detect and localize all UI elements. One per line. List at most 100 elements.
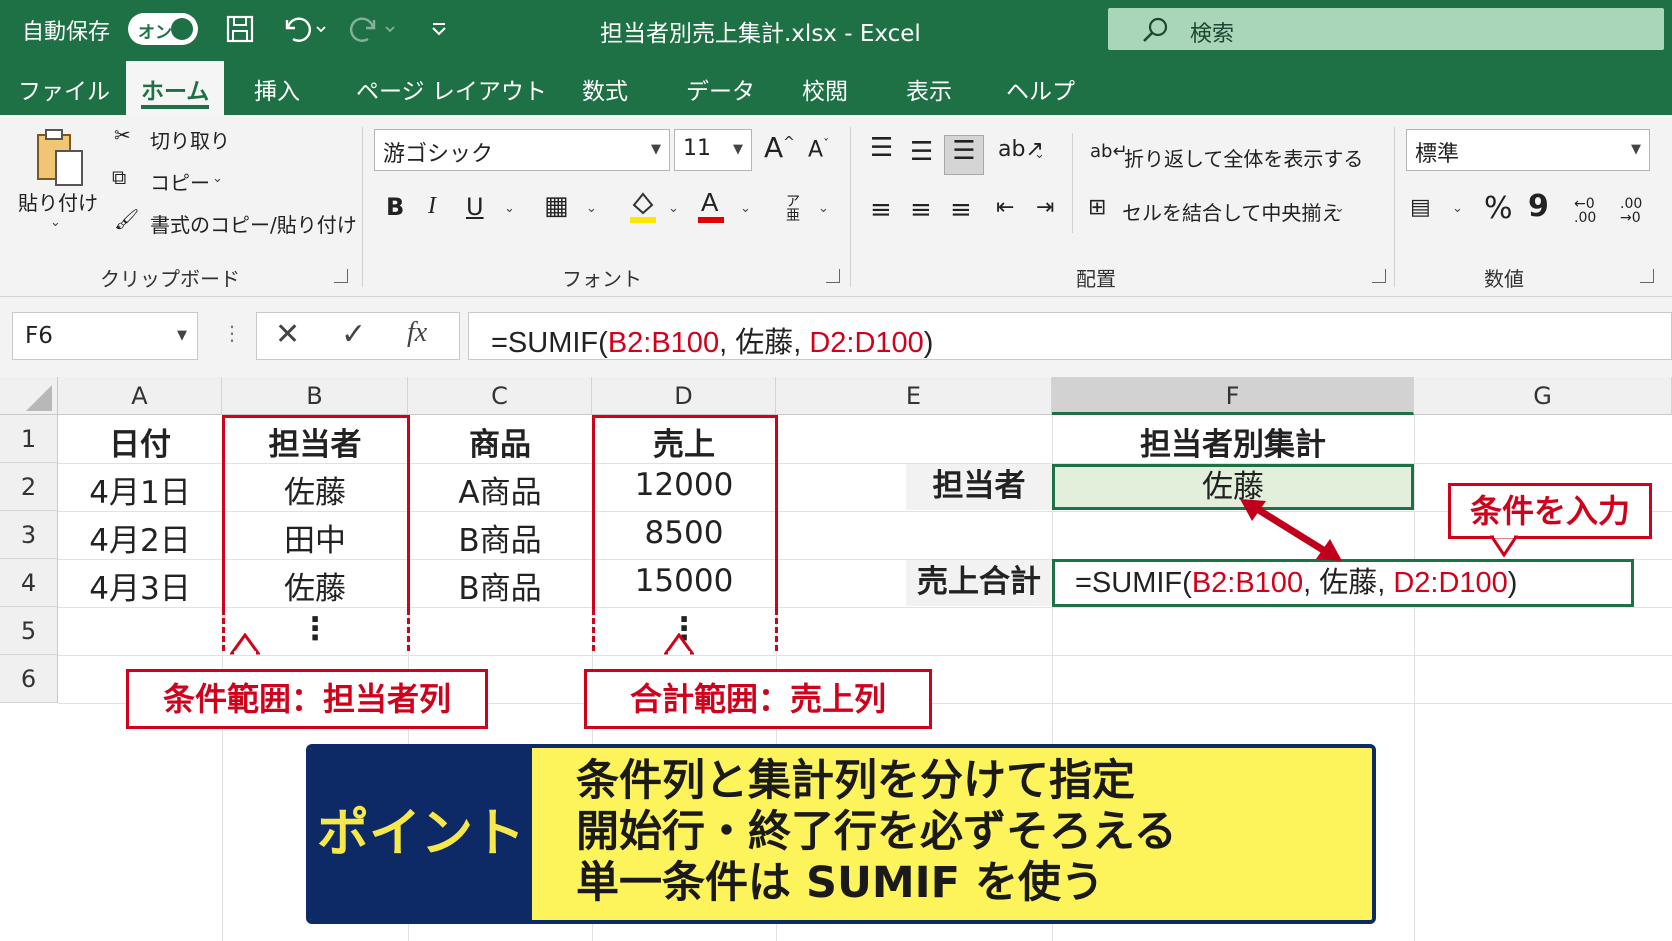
save-icon[interactable] (222, 12, 258, 46)
align-left-icon[interactable]: ≡ (870, 195, 892, 225)
column-header-e[interactable]: E (776, 377, 1052, 415)
number-launcher-icon[interactable] (1640, 269, 1654, 283)
copy-dropdown-icon[interactable]: ⌄ (212, 171, 223, 186)
more-icon[interactable]: ⋮ (222, 321, 242, 345)
header-date[interactable]: 日付 (58, 419, 222, 464)
decrease-decimal-icon[interactable]: .00 →0 (1620, 197, 1642, 225)
row-header-3[interactable]: 3 (0, 511, 58, 559)
enter-icon[interactable]: ✓ (341, 317, 366, 352)
column-header-d[interactable]: D (592, 377, 776, 415)
select-all-button[interactable] (0, 377, 58, 415)
customize-toolbar-icon[interactable] (424, 12, 454, 46)
paste-button[interactable]: 貼り付け (18, 187, 98, 216)
column-header-g[interactable]: G (1414, 377, 1672, 415)
fill-dropdown-icon[interactable]: ⌄ (668, 201, 679, 216)
phonetic-dropdown-icon[interactable]: ⌄ (818, 201, 829, 216)
undo-icon[interactable] (278, 12, 328, 46)
column-header-f[interactable]: F (1052, 377, 1414, 415)
increase-indent-icon[interactable]: ⇥ (1036, 195, 1054, 220)
alignment-launcher-icon[interactable] (1372, 269, 1386, 283)
row-header-6[interactable]: 6 (0, 655, 58, 703)
row-header-2[interactable]: 2 (0, 463, 58, 511)
tab-help[interactable]: ヘルプ (1006, 72, 1075, 106)
underline-button[interactable]: U (466, 193, 484, 221)
column-header-b[interactable]: B (222, 377, 408, 415)
summary-title[interactable]: 担当者別集計 (1052, 419, 1414, 464)
search-box[interactable]: 検索 (1108, 8, 1664, 50)
bold-button[interactable]: B (386, 193, 404, 221)
total-formula-cell[interactable]: =SUMIF(B2:B100, 佐藤, D2:D100) (1052, 559, 1634, 607)
cell-date[interactable]: 4月1日 (58, 467, 222, 512)
insert-function-button[interactable]: fx (407, 317, 427, 349)
row-header-5[interactable]: 5 (0, 607, 58, 655)
merge-center-icon[interactable]: ⊞ (1088, 195, 1106, 220)
font-launcher-icon[interactable] (826, 269, 840, 283)
tab-insert[interactable]: 挿入 (254, 72, 300, 106)
row-header-4[interactable]: 4 (0, 559, 58, 607)
align-bottom-icon[interactable]: ☰ (944, 135, 984, 175)
format-painter-button[interactable]: 書式のコピー/貼り付け (150, 209, 357, 238)
tab-view[interactable]: 表示 (906, 72, 952, 106)
align-top-icon[interactable]: ☰ (870, 133, 893, 163)
number-format-select[interactable]: 標準 ▼ (1406, 129, 1650, 171)
border-icon[interactable]: ▦ (544, 191, 569, 221)
search-icon (1143, 17, 1168, 42)
font-color-dropdown-icon[interactable]: ⌄ (740, 201, 751, 216)
tab-formulas[interactable]: 数式 (582, 72, 628, 106)
row-header-1[interactable]: 1 (0, 415, 58, 463)
cell-product[interactable]: B商品 (408, 563, 592, 608)
copy-button[interactable]: コピー (150, 167, 210, 196)
cell-date[interactable]: 4月2日 (58, 515, 222, 560)
merge-dropdown-icon[interactable]: ⌄ (1334, 201, 1345, 216)
align-right-icon[interactable]: ≡ (950, 195, 972, 225)
font-color-icon[interactable]: A (696, 187, 726, 230)
name-box[interactable]: F6 ▼ (12, 312, 198, 360)
wrap-text-button[interactable]: 折り返して全体を表示する (1124, 143, 1363, 172)
column-header-c[interactable]: C (408, 377, 592, 415)
align-center-icon[interactable]: ≡ (910, 195, 932, 225)
increase-font-icon[interactable]: A^ (764, 131, 795, 164)
comma-button[interactable]: 9 (1528, 189, 1549, 224)
redo-icon[interactable] (346, 12, 400, 46)
font-size-select[interactable]: 11 ▼ (674, 129, 752, 171)
header-product[interactable]: 商品 (408, 419, 592, 464)
cut-icon[interactable]: ✂ (114, 123, 131, 147)
format-painter-icon[interactable]: 🖌 (114, 207, 139, 231)
tab-file[interactable]: ファイル (18, 72, 110, 106)
border-dropdown-icon[interactable]: ⌄ (586, 201, 597, 216)
decrease-indent-icon[interactable]: ⇤ (996, 195, 1014, 220)
fill-color-icon[interactable] (628, 189, 658, 230)
paste-dropdown-icon[interactable]: ⌄ (50, 215, 61, 230)
percent-button[interactable]: % (1484, 191, 1513, 226)
italic-button[interactable]: I (428, 193, 436, 220)
column-header-a[interactable]: A (58, 377, 222, 415)
increase-decimal-icon[interactable]: ←0.00 (1574, 197, 1596, 225)
clipboard-launcher-icon[interactable] (334, 269, 348, 283)
phonetic-icon[interactable]: ア亜 (786, 195, 800, 223)
person-input-cell[interactable]: 佐藤 (1052, 464, 1414, 510)
tab-review[interactable]: 校閲 (802, 72, 848, 106)
align-middle-icon[interactable]: ☰ (910, 137, 933, 167)
currency-dropdown-icon[interactable]: ⌄ (1452, 201, 1463, 216)
cell-product[interactable]: B商品 (408, 515, 592, 560)
cancel-icon[interactable]: ✕ (275, 317, 300, 352)
autosave-toggle[interactable]: オン (128, 13, 198, 45)
total-label[interactable]: 売上合計 (906, 560, 1052, 606)
font-name-select[interactable]: 游ゴシック ▼ (374, 129, 670, 171)
merge-center-button[interactable]: セルを結合して中央揃え (1122, 197, 1341, 226)
paste-icon[interactable] (32, 127, 88, 194)
formula-input[interactable]: =SUMIF(B2:B100, 佐藤, D2:D100) (468, 312, 1672, 360)
cell-product[interactable]: A商品 (408, 467, 592, 512)
tab-page-layout[interactable]: ページ レイアウト (356, 72, 547, 106)
person-label[interactable]: 担当者 (906, 464, 1052, 510)
cell-date[interactable]: 4月3日 (58, 563, 222, 608)
copy-icon[interactable]: ⧉ (112, 165, 126, 189)
orientation-dropdown-icon[interactable]: ⌄ (1034, 147, 1045, 162)
wrap-text-icon[interactable]: ab↵ (1090, 141, 1128, 162)
currency-icon[interactable]: ▤ (1410, 195, 1431, 220)
underline-dropdown-icon[interactable]: ⌄ (504, 201, 515, 216)
cut-button[interactable]: 切り取り (150, 125, 230, 154)
tab-home[interactable]: ホーム (126, 61, 225, 115)
tab-data[interactable]: データ (686, 72, 755, 106)
decrease-font-icon[interactable]: Aˇ (808, 137, 829, 162)
